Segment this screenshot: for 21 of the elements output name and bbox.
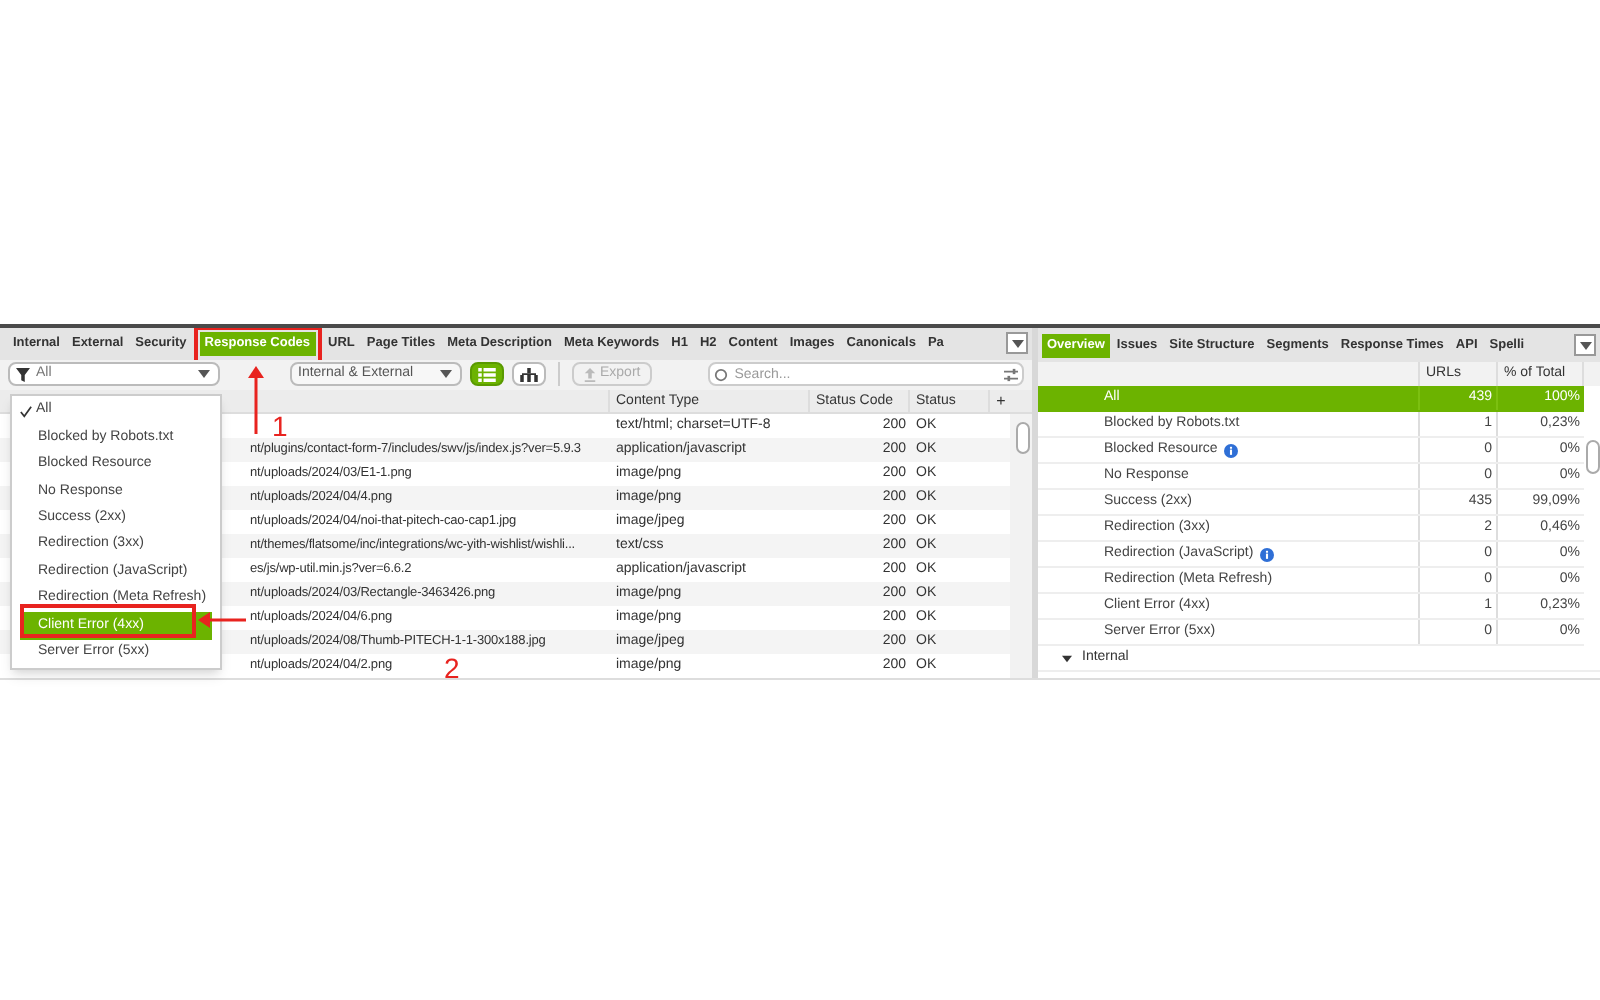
check-icon <box>20 405 32 418</box>
scrollbar-thumb[interactable] <box>1586 440 1600 474</box>
step-number: 2 <box>444 654 460 682</box>
scrollbar-thumb[interactable] <box>1016 422 1030 454</box>
arrow <box>248 366 264 434</box>
search-icon <box>714 367 729 382</box>
caret-icon <box>1009 335 1025 352</box>
list-icon <box>478 367 496 382</box>
tabs-menu-button[interactable] <box>1574 334 1596 356</box>
caret-icon <box>196 366 212 383</box>
funnel-icon <box>16 367 30 382</box>
caret-icon <box>438 366 454 383</box>
tabs-menu-button[interactable] <box>1006 332 1028 355</box>
upload-icon <box>584 367 596 382</box>
caret-icon <box>1577 337 1593 353</box>
hierarchy-icon <box>520 367 538 382</box>
step-number: 1 <box>272 412 288 440</box>
add-column-button[interactable]: + <box>996 390 1006 414</box>
arrow <box>198 612 246 628</box>
sliders-icon <box>1004 367 1018 382</box>
tree-view-button[interactable] <box>512 362 546 387</box>
